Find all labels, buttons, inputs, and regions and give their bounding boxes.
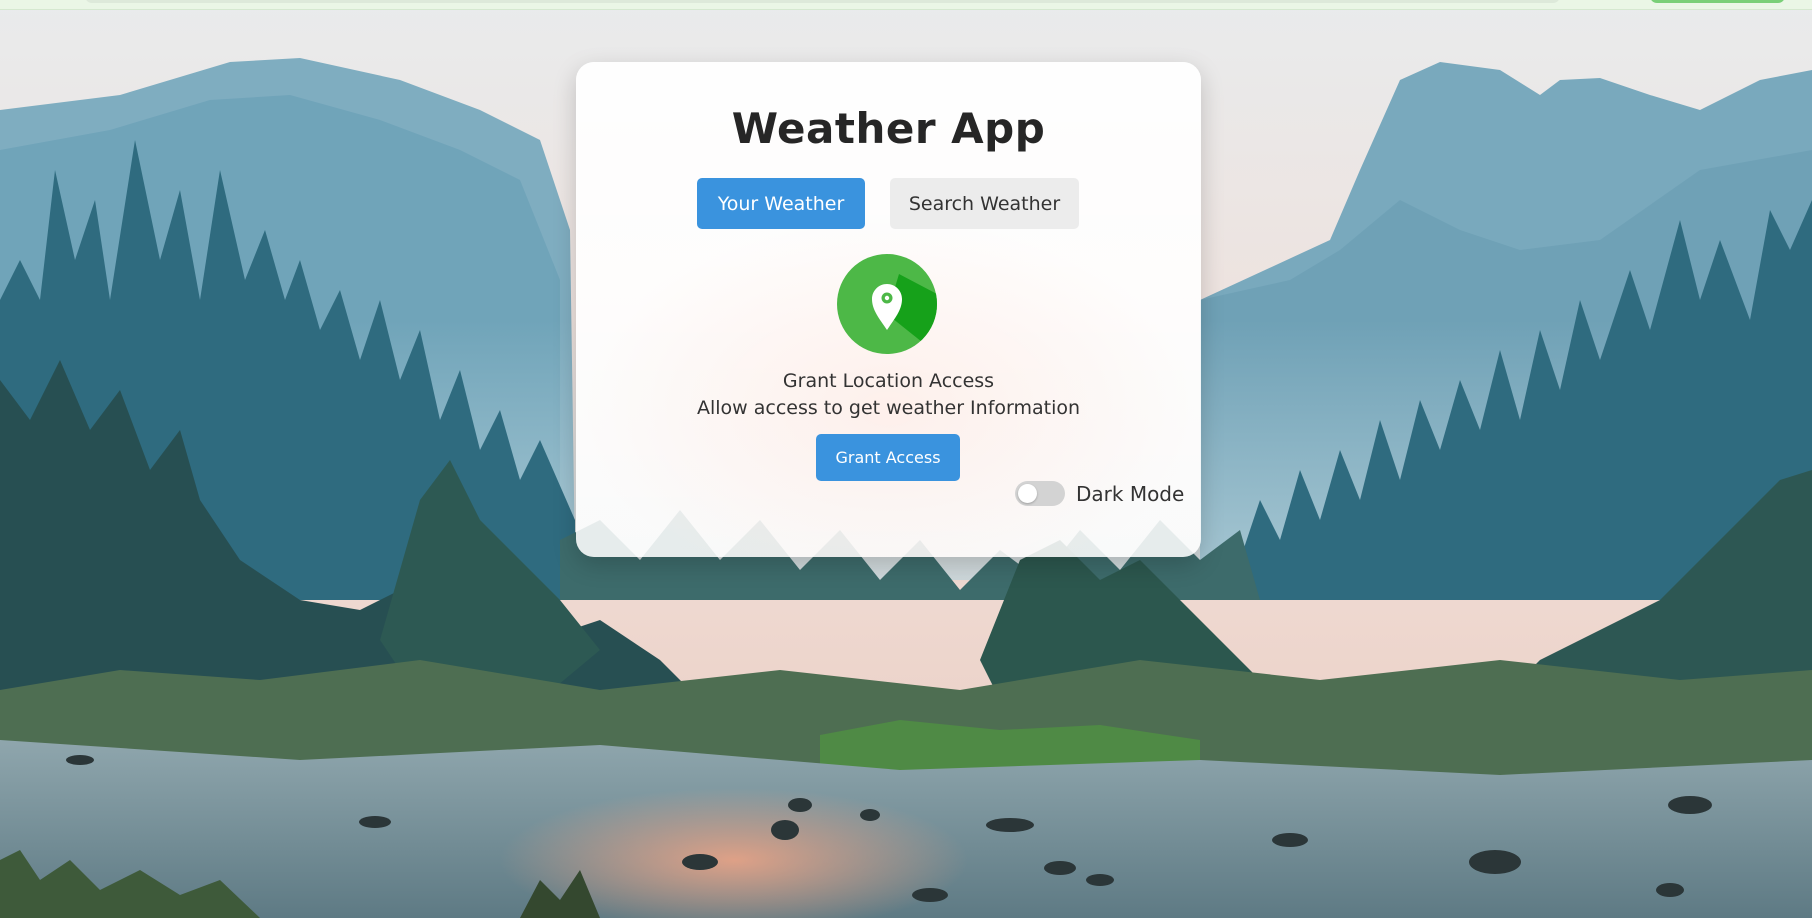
app-page: Weather App Your Weather Search Weather … xyxy=(0,0,1812,918)
location-pin-icon xyxy=(837,254,937,354)
dark-mode-toggle[interactable] xyxy=(1015,481,1065,506)
tab-search-weather[interactable]: Search Weather xyxy=(890,178,1079,229)
dark-mode-label: Dark Mode xyxy=(1076,482,1185,506)
top-strip-accent xyxy=(1650,0,1785,3)
top-browser-strip xyxy=(0,0,1812,10)
grant-access-button[interactable]: Grant Access xyxy=(816,434,960,481)
tab-your-weather[interactable]: Your Weather xyxy=(697,178,865,229)
grant-location-description: Allow access to get weather Information xyxy=(696,397,1081,419)
weather-card: Weather App Your Weather Search Weather … xyxy=(576,62,1201,557)
grant-location-title: Grant Location Access xyxy=(782,370,995,392)
top-strip-bar xyxy=(85,0,1560,3)
toggle-knob xyxy=(1018,484,1037,503)
app-title: Weather App xyxy=(731,104,1046,153)
